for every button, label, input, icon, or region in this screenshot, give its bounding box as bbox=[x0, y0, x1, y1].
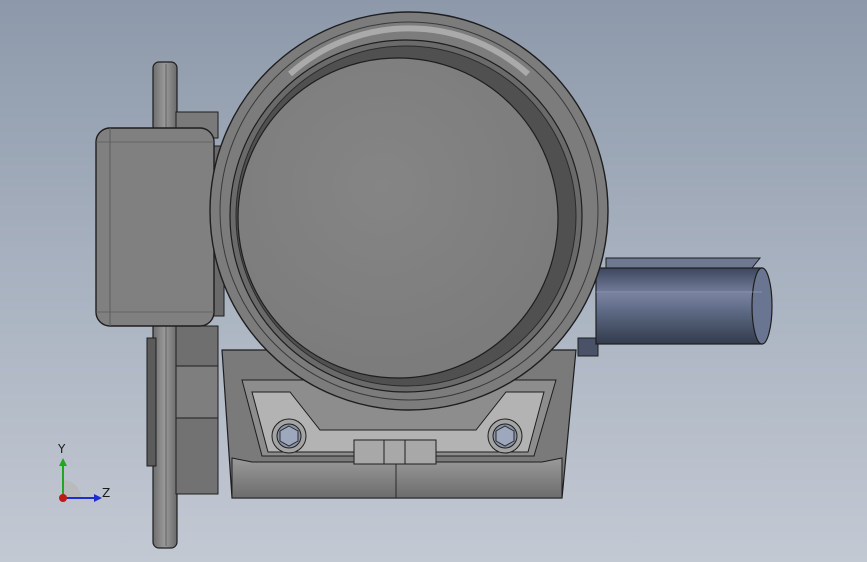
center-plug-block[interactable] bbox=[353, 439, 437, 465]
y-axis-arrowhead bbox=[59, 458, 67, 466]
3d-viewport[interactable]: Y Z bbox=[0, 0, 867, 562]
coordinate-triad bbox=[59, 458, 102, 502]
left-mounting-bolt[interactable] bbox=[271, 418, 307, 454]
motor-adapter-box[interactable] bbox=[95, 127, 215, 327]
x-axis-origin bbox=[59, 494, 67, 502]
gearbox-model[interactable] bbox=[0, 0, 867, 562]
z-axis-arrowhead bbox=[94, 494, 102, 502]
y-axis-label: Y bbox=[58, 442, 66, 456]
main-circular-housing[interactable] bbox=[209, 11, 609, 411]
output-shaft[interactable] bbox=[577, 257, 773, 357]
z-axis-label: Z bbox=[102, 486, 111, 500]
right-mounting-bolt[interactable] bbox=[487, 418, 523, 454]
